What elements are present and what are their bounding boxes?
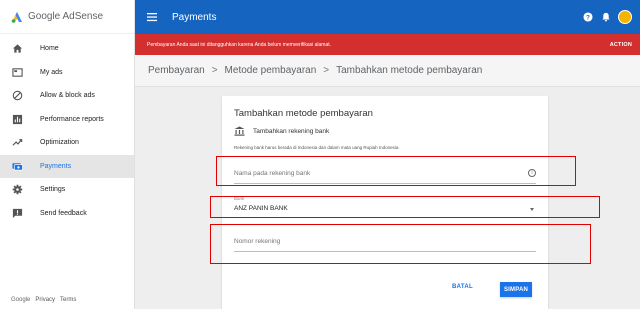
bank-icon <box>234 126 245 136</box>
annotation-box-bank <box>210 196 600 218</box>
sidebar-item-label: Home <box>40 45 59 53</box>
sidebar-item-label: Performance reports <box>40 115 104 123</box>
sidebar-item-my-ads[interactable]: My ads <box>0 61 134 85</box>
suspension-banner: Pembayaran Anda saat ini ditangguhkan ka… <box>135 34 640 55</box>
gear-icon <box>11 184 23 196</box>
privacy-link[interactable]: Privacy <box>35 297 55 303</box>
save-button[interactable]: SIMPAN <box>500 282 532 297</box>
sidebar-item-home[interactable]: Home <box>0 37 134 61</box>
payments-icon <box>11 160 23 172</box>
breadcrumb: Pembayaran > Metode pembayaran > Tambahk… <box>135 55 640 87</box>
breadcrumb-separator: > <box>323 65 330 76</box>
bank-info-text: Rekening bank harus berada di Indonesia … <box>234 145 400 150</box>
help-icon[interactable]: ? <box>582 12 593 23</box>
breadcrumb-item-payments[interactable]: Pembayaran <box>148 65 205 76</box>
svg-text:?: ? <box>586 14 590 21</box>
bar-chart-icon <box>11 113 23 125</box>
breadcrumb-item-payment-methods[interactable]: Metode pembayaran <box>225 65 317 76</box>
bank-account-option: Tambahkan rekening bank <box>234 126 329 136</box>
sidebar-footer: Google Privacy Terms <box>11 297 76 303</box>
sidebar-item-label: Settings <box>40 186 66 194</box>
block-icon <box>11 90 23 102</box>
adsense-logo-icon <box>11 11 22 23</box>
banner-action-button[interactable]: ACTION <box>610 42 632 48</box>
sidebar-item-send-feedback[interactable]: Send feedback <box>0 202 134 226</box>
footer-google-logo: Google <box>11 297 31 303</box>
breadcrumb-separator: > <box>211 65 218 76</box>
sidebar-item-allow-block-ads[interactable]: Allow & block ads <box>0 84 134 108</box>
topbar-actions: ? <box>582 10 640 24</box>
ads-icon <box>11 66 23 78</box>
page-title: Payments <box>172 11 217 23</box>
sidebar-item-label: Send feedback <box>40 209 87 217</box>
sidebar-item-label: Payments <box>40 162 72 170</box>
sidebar-item-label: Optimization <box>40 139 79 147</box>
avatar[interactable] <box>618 10 632 24</box>
sidebar-nav: Home My ads Allow & block ads Performanc… <box>0 37 134 225</box>
brand-name: Google AdSense <box>28 11 104 22</box>
breadcrumb-item-add-payment-method: Tambahkan metode pembayaran <box>336 65 483 76</box>
sidebar-item-label: My ads <box>40 68 63 76</box>
bank-account-label: Tambahkan rekening bank <box>253 127 330 135</box>
sidebar-item-payments[interactable]: Payments <box>0 154 134 178</box>
feedback-icon <box>11 207 23 219</box>
banner-message: Pembayaran Anda saat ini ditangguhkan ka… <box>147 41 331 48</box>
cancel-button[interactable]: BATAL <box>452 284 473 290</box>
menu-icon[interactable] <box>135 0 169 34</box>
sidebar-item-performance-reports[interactable]: Performance reports <box>0 108 134 132</box>
annotation-box-name <box>216 156 576 186</box>
card-title: Tambahkan metode pembayaran <box>234 108 373 119</box>
annotation-box-account <box>210 224 591 264</box>
trending-icon <box>11 137 23 149</box>
sidebar-item-optimization[interactable]: Optimization <box>0 131 134 155</box>
sidebar: Google AdSense Home My ads Allow & block… <box>0 0 135 309</box>
terms-link[interactable]: Terms <box>60 297 76 303</box>
sidebar-item-settings[interactable]: Settings <box>0 178 134 202</box>
sidebar-item-label: Allow & block ads <box>40 92 95 100</box>
notifications-bell-icon[interactable] <box>600 12 611 23</box>
top-bar: Payments ? <box>135 0 640 34</box>
home-icon <box>11 43 23 55</box>
brand[interactable]: Google AdSense <box>0 0 134 34</box>
